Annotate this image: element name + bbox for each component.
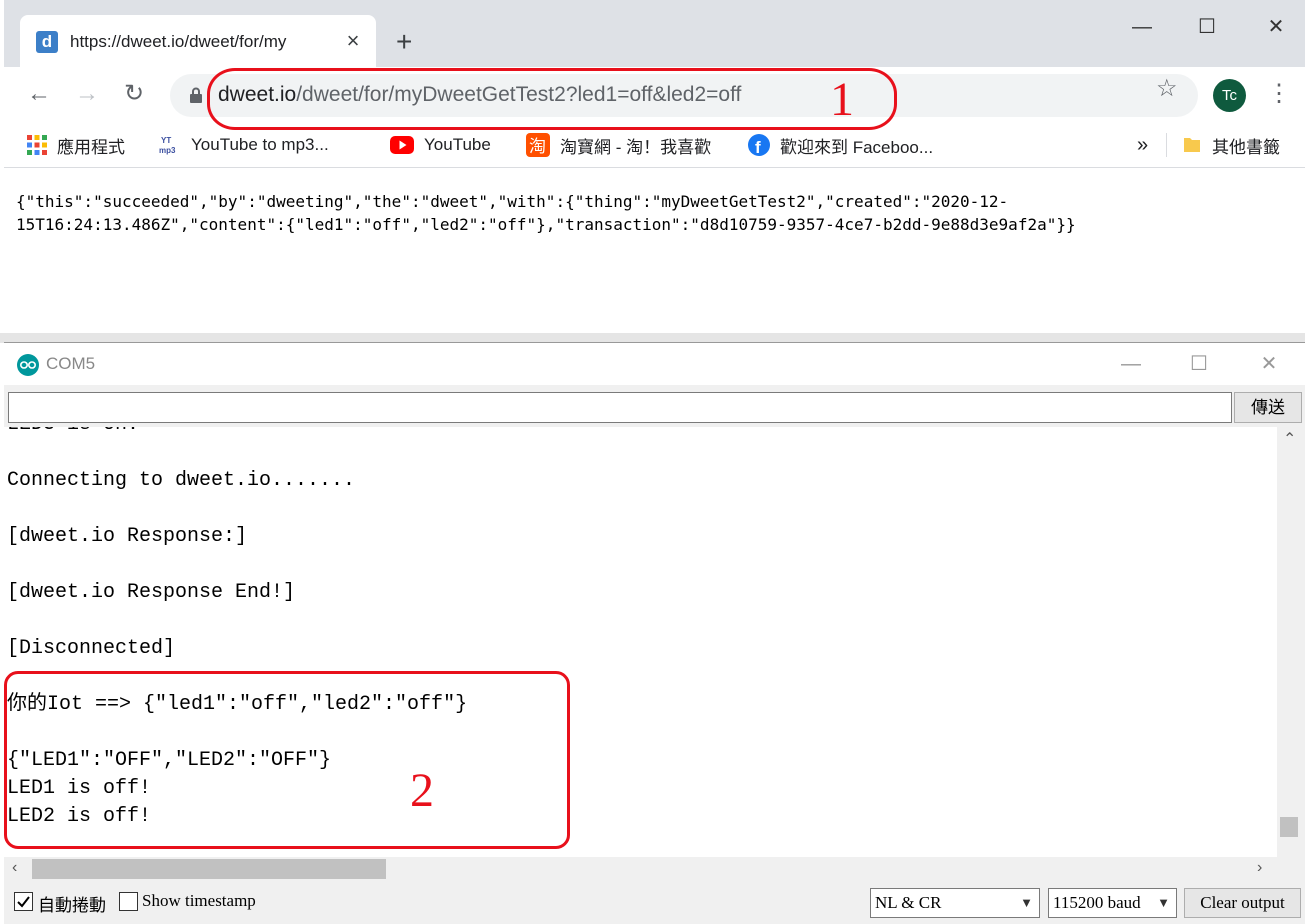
annotation-number-2: 2 — [410, 764, 434, 817]
bookmark-label: 應用程式 — [57, 137, 125, 157]
page-text-line: 15T16:24:13.486Z","content":{"led1":"off… — [16, 215, 1076, 234]
bookmark-label: YouTube — [424, 135, 491, 154]
bookmark-star-icon[interactable]: ☆ — [1156, 74, 1178, 104]
bookmark-label: 其他書籤 — [1212, 137, 1280, 157]
serial-status-bar: 自動捲動 Show timestamp NL & CR ▼ 115200 bau… — [4, 883, 1305, 924]
annotation-box-1 — [207, 68, 897, 130]
ytmp3-icon: YT mp3 — [159, 136, 176, 155]
lock-icon[interactable] — [190, 87, 202, 103]
taobao-icon: 淘 — [526, 133, 550, 157]
browser-menu-icon[interactable]: ⋮ — [1267, 77, 1291, 111]
facebook-icon: f — [748, 134, 770, 156]
serial-minimize-icon[interactable]: — — [1116, 349, 1146, 379]
output-line: [dweet.io Response:] — [7, 525, 248, 548]
horizontal-scrollbar[interactable]: ‹ › — [4, 857, 1277, 881]
bookmark-taobao[interactable]: 淘 淘寶網 - 淘！我喜歡 — [526, 133, 711, 157]
send-button[interactable]: 傳送 — [1234, 392, 1302, 423]
tab-close-icon[interactable]: × — [342, 30, 364, 52]
serial-send-input[interactable] — [8, 392, 1232, 423]
serial-title-bar: COM5 — ☐ ✕ — [4, 343, 1305, 385]
bookmark-other[interactable]: 其他書籤 — [1182, 133, 1280, 157]
serial-maximize-icon[interactable]: ☐ — [1184, 349, 1214, 379]
tab-strip: d https://dweet.io/dweet/for/my × + — ☐ … — [4, 0, 1305, 67]
annotation-number-1: 1 — [830, 73, 854, 126]
bookmark-label: 歡迎來到 Faceboo... — [780, 137, 934, 157]
maximize-icon[interactable]: ☐ — [1192, 12, 1222, 42]
checkmark-icon — [17, 896, 30, 908]
vertical-scrollbar[interactable]: ⌃ — [1278, 427, 1300, 857]
svg-text:f: f — [755, 138, 761, 156]
scroll-left-icon[interactable]: ‹ — [12, 859, 17, 877]
output-line: [dweet.io Response End!] — [7, 581, 296, 604]
autoscroll-checkbox[interactable] — [14, 892, 33, 911]
serial-window-title: COM5 — [46, 354, 96, 373]
bookmarks-divider — [1166, 133, 1167, 157]
line-ending-value: NL & CR — [875, 893, 942, 912]
youtube-icon — [390, 136, 414, 154]
scroll-up-icon[interactable]: ⌃ — [1283, 429, 1296, 449]
bookmarks-overflow-icon[interactable]: » — [1137, 133, 1148, 157]
tab-title: https://dweet.io/dweet/for/my — [70, 32, 287, 51]
serial-monitor-window: COM5 — ☐ ✕ 傳送 LED3 is on. Connecting to … — [4, 342, 1305, 924]
svg-text:YT: YT — [161, 136, 171, 145]
chevron-down-icon: ▼ — [1157, 895, 1170, 910]
clear-output-button[interactable]: Clear output — [1184, 888, 1301, 918]
new-tab-icon[interactable]: + — [396, 28, 412, 56]
forward-icon[interactable]: → — [70, 77, 104, 111]
baud-value: 115200 baud — [1053, 893, 1141, 912]
output-line: LED3 is on. — [7, 427, 139, 437]
apps-grid-icon — [27, 135, 47, 155]
svg-text:mp3: mp3 — [159, 146, 176, 155]
page-text-line: {"this":"succeeded","by":"dweeting","the… — [16, 192, 1009, 211]
page-json-content: {"this":"succeeded","by":"dweeting","the… — [16, 190, 1286, 236]
baud-select[interactable]: 115200 baud ▼ — [1048, 888, 1177, 918]
profile-avatar[interactable]: Tc — [1213, 79, 1246, 112]
minimize-icon[interactable]: — — [1127, 12, 1157, 42]
autoscroll-label: 自動捲動 — [38, 896, 106, 915]
annotation-box-2 — [4, 671, 570, 849]
timestamp-label: Show timestamp — [142, 891, 256, 910]
arduino-icon — [17, 354, 39, 376]
bookmark-label: 淘寶網 - 淘！我喜歡 — [560, 137, 712, 157]
horizontal-scroll-thumb[interactable] — [32, 859, 386, 879]
timestamp-checkbox[interactable] — [119, 892, 138, 911]
back-icon[interactable]: ← — [22, 77, 56, 111]
chevron-down-icon: ▼ — [1020, 895, 1033, 910]
line-ending-select[interactable]: NL & CR ▼ — [870, 888, 1040, 918]
scroll-right-icon[interactable]: › — [1257, 859, 1262, 877]
bookmark-ytmp3[interactable]: YT mp3 YouTube to mp3... — [159, 133, 329, 157]
output-line: Connecting to dweet.io....... — [7, 469, 356, 492]
serial-close-icon[interactable]: ✕ — [1254, 349, 1284, 379]
dweet-favicon-icon: d — [36, 31, 58, 53]
bookmark-youtube[interactable]: YouTube — [390, 133, 491, 157]
browser-window: d https://dweet.io/dweet/for/my × + — ☐ … — [4, 0, 1305, 333]
bookmark-label: YouTube to mp3... — [191, 135, 329, 154]
browser-tab[interactable]: d https://dweet.io/dweet/for/my × — [20, 15, 376, 67]
folder-icon — [1184, 138, 1200, 152]
svg-text:淘: 淘 — [529, 137, 546, 157]
output-line: [Disconnected] — [7, 637, 176, 660]
reload-icon[interactable]: ↻ — [117, 77, 151, 111]
vertical-scroll-thumb[interactable] — [1280, 817, 1298, 837]
bookmark-apps[interactable]: 應用程式 — [27, 133, 125, 157]
close-window-icon[interactable]: ✕ — [1261, 12, 1291, 42]
bookmark-facebook[interactable]: f 歡迎來到 Faceboo... — [748, 133, 933, 157]
